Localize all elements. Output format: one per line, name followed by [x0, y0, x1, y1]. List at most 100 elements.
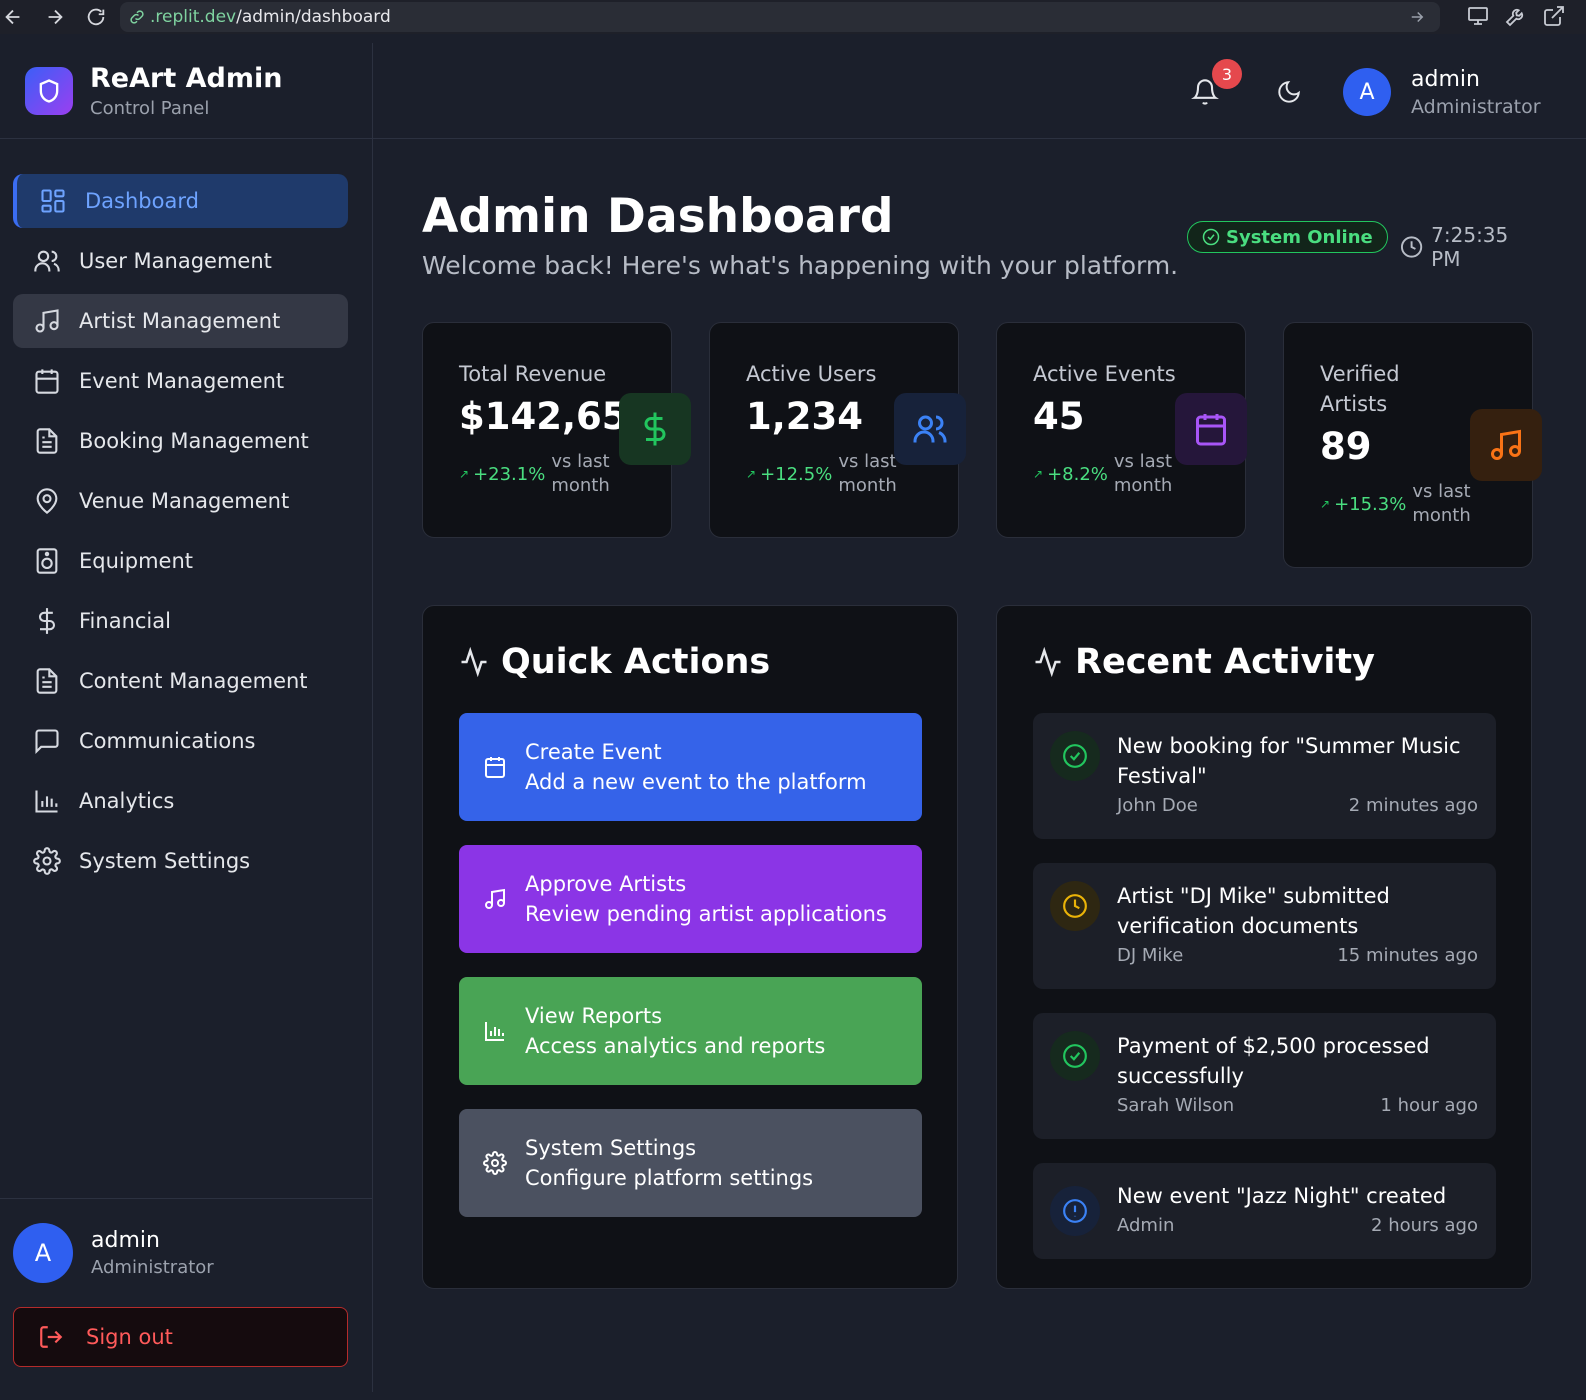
brand-title: ReArt Admin [90, 62, 283, 94]
sidebar-item-event-management[interactable]: Event Management [13, 354, 348, 408]
trend-note: vs last month [1113, 451, 1173, 496]
url-path: /admin/dashboard [236, 7, 391, 27]
browser-toolbar: .replit.dev/admin/dashboard [0, 0, 1586, 34]
back-icon[interactable] [0, 4, 26, 30]
approve-artists-button[interactable]: Approve Artists Review pending artist ap… [459, 845, 922, 953]
activity-text: Artist "DJ Mike" submitted verification … [1117, 884, 1390, 938]
sidebar-item-communications[interactable]: Communications [13, 714, 348, 768]
activity-user: Admin [1117, 1215, 1175, 1236]
link-icon [130, 10, 144, 24]
activity-time: 1 hour ago [1380, 1095, 1478, 1116]
calendar-icon [485, 757, 505, 778]
action-title: View Reports [525, 1004, 663, 1028]
sidebar: ReArt Admin Control Panel Dashboard User… [0, 43, 373, 1392]
activity-time: 2 hours ago [1371, 1215, 1478, 1236]
clock: 7:25:35 PM [1400, 223, 1540, 271]
recent-activity-panel: Recent Activity New booking for "Summer … [996, 605, 1532, 1289]
go-arrow-icon[interactable] [1408, 8, 1426, 26]
stat-label: Active Users [746, 362, 877, 386]
map-pin-icon [36, 488, 58, 514]
activity-item[interactable]: New event "Jazz Night" created Admin 2 h… [1033, 1163, 1496, 1259]
system-settings-button[interactable]: System Settings Configure platform setti… [459, 1109, 922, 1217]
trend-percent: +12.5% [760, 463, 833, 485]
sidebar-item-label: System Settings [79, 849, 251, 873]
monitor-icon[interactable] [1466, 4, 1490, 28]
sidebar-item-label: Dashboard [85, 189, 199, 213]
activity-time: 2 minutes ago [1348, 795, 1478, 816]
sidebar-item-label: Artist Management [79, 309, 281, 333]
sidebar-item-financial[interactable]: Financial [13, 594, 348, 648]
brand-subtitle: Control Panel [90, 97, 210, 119]
status-badge: System Online [1187, 221, 1388, 253]
trend-percent: +23.1% [473, 463, 546, 485]
header-user[interactable]: admin Administrator [1411, 67, 1541, 118]
music-note-icon [35, 309, 59, 333]
sidebar-item-booking-management[interactable]: Booking Management [13, 414, 348, 468]
action-title: Approve Artists [525, 872, 687, 896]
stat-card-revenue: Total Revenue $142,650 ↗ +23.1% vs last … [422, 322, 691, 538]
sidebar-item-label: User Management [79, 249, 272, 273]
bar-chart-icon [35, 790, 58, 813]
calendar-icon [35, 369, 59, 394]
external-link-icon[interactable] [1542, 4, 1566, 28]
activity-user: John Doe [1117, 795, 1198, 816]
sidebar-item-dashboard[interactable]: Dashboard [13, 174, 348, 228]
activity-item[interactable]: Payment of $2,500 processed successfully… [1033, 1013, 1496, 1139]
activity-item[interactable]: New booking for "Summer Music Festival" … [1033, 713, 1496, 839]
activity-time: 15 minutes ago [1337, 945, 1478, 966]
sidebar-item-label: Equipment [79, 549, 193, 573]
stat-label: Active Events [1033, 362, 1176, 386]
browser-tools [1466, 4, 1566, 28]
action-description: Access analytics and reports [525, 1034, 826, 1058]
moon-icon[interactable] [1276, 79, 1302, 105]
music-note-icon [1470, 409, 1542, 481]
current-time: 7:25:35 PM [1431, 223, 1509, 271]
sidebar-item-equipment[interactable]: Equipment [13, 534, 348, 588]
status-label: System Online [1226, 226, 1373, 248]
activity-user: Sarah Wilson [1117, 1095, 1235, 1116]
action-description: Configure platform settings [525, 1166, 814, 1190]
log-out-icon [40, 1326, 63, 1348]
sidebar-item-artist-management[interactable]: Artist Management [13, 294, 348, 348]
view-reports-button[interactable]: View Reports Access analytics and report… [459, 977, 922, 1085]
reload-icon[interactable] [83, 4, 109, 30]
page-title: Admin Dashboard [422, 189, 894, 244]
trend-up-icon: ↗ [746, 467, 757, 481]
trend-up-icon: ↗ [1320, 497, 1331, 511]
sidebar-item-label: Financial [79, 609, 171, 633]
activity-item[interactable]: Artist "DJ Mike" submitted verification … [1033, 863, 1496, 989]
wrench-icon[interactable] [1504, 4, 1528, 28]
chat-bubble-icon [35, 729, 59, 755]
brand[interactable]: ReArt Admin Control Panel [0, 43, 372, 139]
top-header: 3 A admin Administrator [373, 43, 1586, 139]
document-icon [36, 668, 58, 694]
trend-percent: +8.2% [1047, 463, 1108, 485]
check-circle-icon [1050, 731, 1100, 781]
address-bar[interactable]: .replit.dev/admin/dashboard [120, 2, 1440, 32]
sidebar-item-content-management[interactable]: Content Management [13, 654, 348, 708]
page-subtitle: Welcome back! Here's what's happening wi… [422, 251, 1179, 280]
avatar[interactable]: A [13, 1223, 73, 1283]
sign-out-button[interactable]: Sign out [13, 1307, 348, 1367]
sidebar-item-venue-management[interactable]: Venue Management [13, 474, 348, 528]
stat-trend: ↗ +15.3% vs last month [1320, 480, 1532, 528]
action-title: Create Event [525, 740, 662, 764]
avatar[interactable]: A [1343, 68, 1391, 116]
sidebar-nav: Dashboard User Management Artist Managem… [13, 174, 348, 894]
sidebar-item-system-settings[interactable]: System Settings [13, 834, 348, 888]
dollar-icon [38, 608, 56, 634]
sidebar-item-analytics[interactable]: Analytics [13, 774, 348, 828]
create-event-button[interactable]: Create Event Add a new event to the plat… [459, 713, 922, 821]
check-circle-icon [1050, 1031, 1100, 1081]
dollar-icon [619, 393, 691, 465]
sidebar-item-user-management[interactable]: User Management [13, 234, 348, 288]
sidebar-item-label: Content Management [79, 669, 308, 693]
users-icon [894, 393, 966, 465]
sidebar-user: A admin Administrator Sign out [0, 1198, 372, 1367]
action-title: System Settings [525, 1136, 697, 1160]
sidebar-item-label: Booking Management [79, 429, 309, 453]
sign-out-label: Sign out [86, 1325, 173, 1349]
forward-icon[interactable] [42, 4, 68, 30]
gear-icon [33, 847, 61, 875]
user-role: Administrator [91, 1257, 214, 1278]
